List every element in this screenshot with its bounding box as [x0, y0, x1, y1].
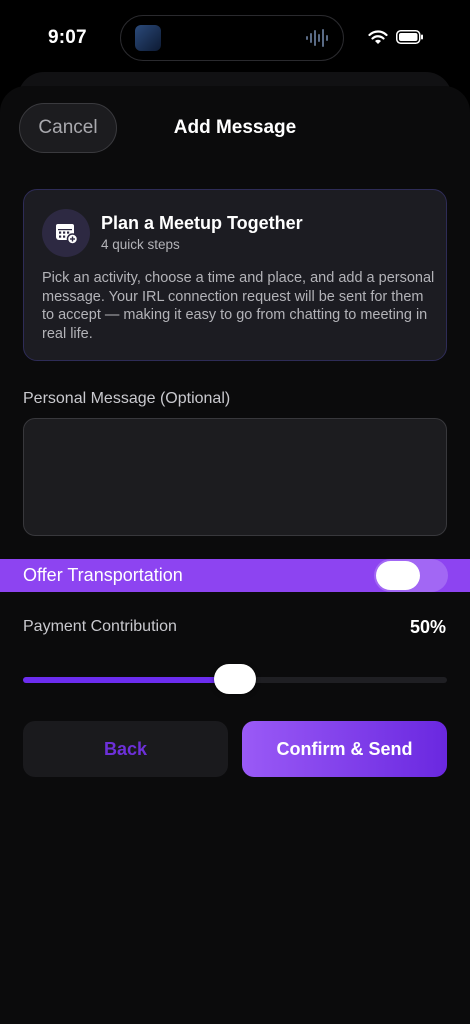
- slider-fill: [23, 677, 235, 683]
- confirm-send-button[interactable]: Confirm & Send: [242, 721, 447, 777]
- personal-message-label: Personal Message (Optional): [23, 390, 231, 407]
- status-time: 9:07: [48, 27, 87, 48]
- offer-transportation-toggle[interactable]: [374, 559, 448, 592]
- slider-thumb[interactable]: [214, 664, 256, 694]
- meetup-info-card: Plan a Meetup Together 4 quick steps Pic…: [23, 189, 447, 361]
- dynamic-island: [120, 15, 344, 61]
- now-playing-artwork: [135, 25, 161, 51]
- offer-transportation-label: Offer Transportation: [23, 565, 183, 585]
- payment-contribution-slider[interactable]: [23, 664, 447, 694]
- battery-icon: [396, 30, 423, 44]
- payment-contribution-label: Payment Contribution: [23, 618, 177, 635]
- card-icon-badge: [42, 209, 90, 257]
- payment-contribution-value: 50%: [409, 617, 446, 637]
- audio-waveform-icon: [306, 29, 328, 47]
- offer-transportation-row[interactable]: Offer Transportation: [0, 559, 470, 592]
- calendar-add-icon: [56, 224, 79, 245]
- card-subtitle: 4 quick steps: [101, 237, 180, 252]
- back-button[interactable]: Back: [23, 721, 228, 777]
- personal-message-input[interactable]: [23, 418, 447, 536]
- cancel-button[interactable]: Cancel: [19, 103, 117, 153]
- toggle-knob: [376, 561, 420, 590]
- card-description: Pick an activity, choose a time and plac…: [42, 270, 435, 342]
- wifi-icon: [368, 30, 388, 44]
- card-title: Plan a Meetup Together: [101, 213, 303, 233]
- page-title: Add Message: [173, 117, 297, 138]
